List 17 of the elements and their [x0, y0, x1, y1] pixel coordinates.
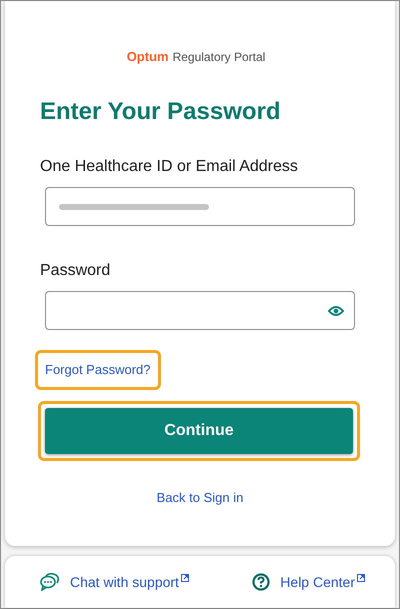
external-link-icon: [180, 574, 189, 582]
continue-button[interactable]: Continue: [45, 408, 353, 454]
field-label: Password: [40, 262, 112, 280]
external-link-icon: [357, 574, 365, 582]
help-center-link[interactable]: Help Center: [252, 573, 365, 591]
back-to-sign-in-link[interactable]: Back to Sign in: [156, 490, 244, 505]
product-name: Regulatory Portal: [172, 50, 266, 64]
password-field[interactable]: [45, 291, 355, 330]
field-label: One Healthcare ID or Email Address: [40, 158, 299, 176]
brand-name: Optum: [126, 49, 169, 64]
chat-link[interactable]: Chat with support: [40, 573, 189, 591]
eye-icon[interactable]: [328, 304, 344, 316]
email-field[interactable]: [45, 187, 355, 226]
chat-bubbles-icon: [40, 573, 60, 591]
forgot-password-link[interactable]: Forgot Password?: [45, 362, 150, 377]
page-title: Enter Your Password: [40, 98, 282, 126]
help-icon: [252, 573, 270, 591]
